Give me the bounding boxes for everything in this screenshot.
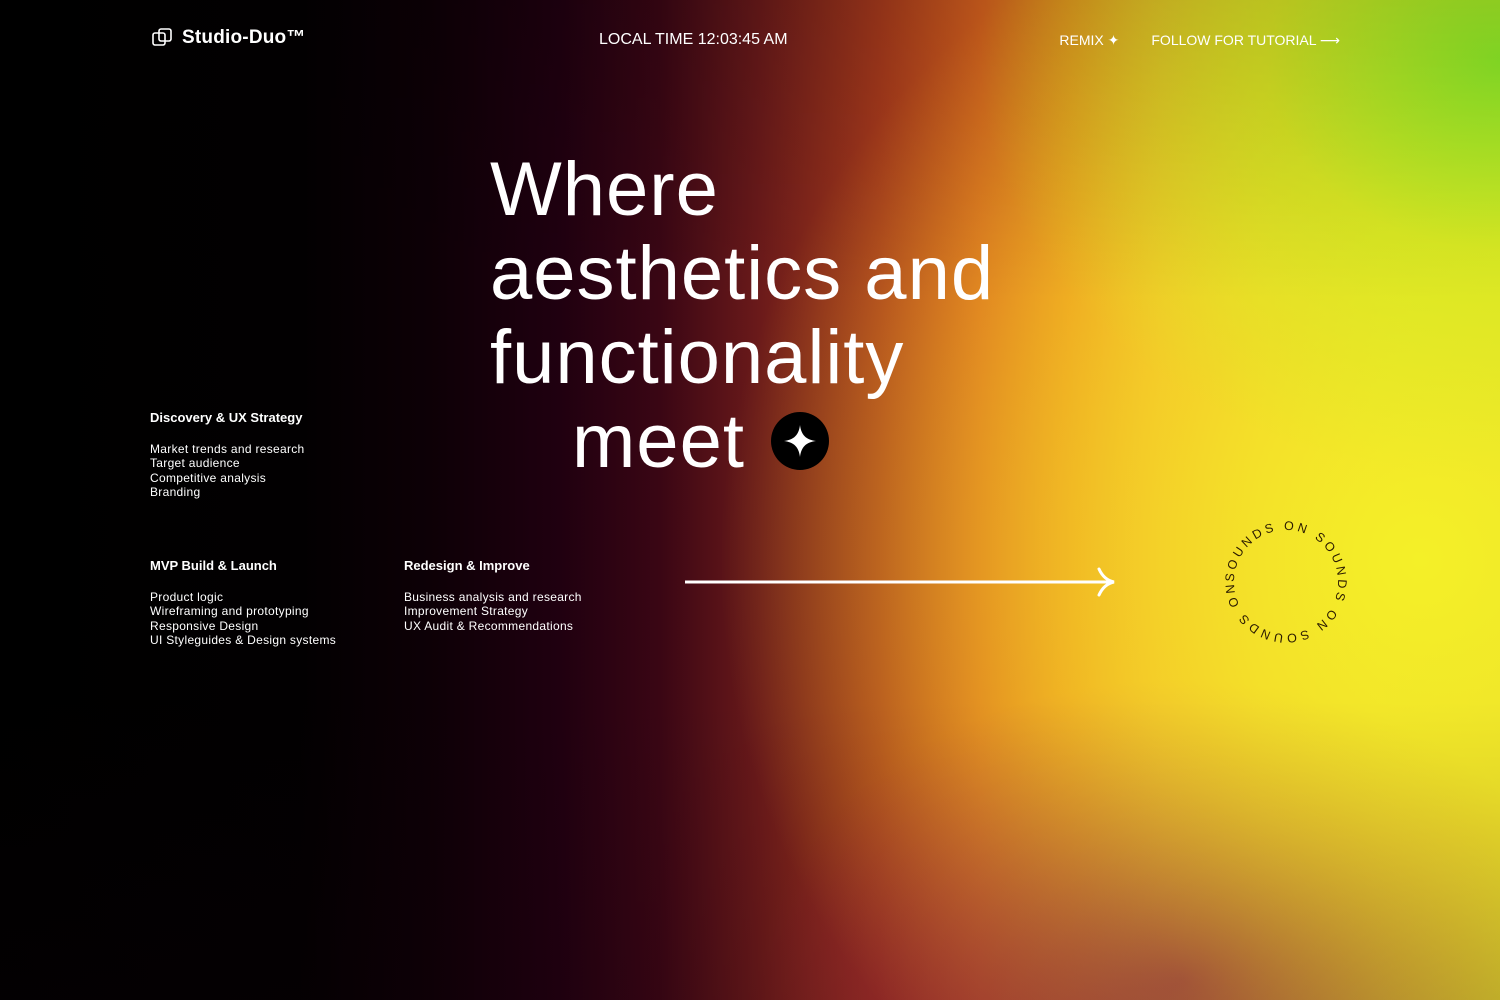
long-right-arrow-icon	[685, 567, 1115, 597]
service-title: MVP Build & Launch	[150, 558, 277, 573]
service-title: Discovery & UX Strategy	[150, 410, 303, 425]
service-title: Redesign & Improve	[404, 558, 530, 573]
top-nav: REMIX ✦ FOLLOW FOR TUTORIAL ⟶	[1059, 32, 1340, 49]
hero-heading: Where aesthetics and functionality meet	[490, 148, 994, 484]
header: Studio-Duo™ LOCAL TIME 12:03:45 AM REMIX…	[150, 26, 1340, 56]
service-item: UI Styleguides & Design systems	[150, 633, 337, 647]
service-redesign: Redesign & Improve Business analysis and…	[404, 558, 582, 634]
service-item: Responsive Design	[150, 618, 259, 633]
brand-logo-link[interactable]: Studio-Duo™	[150, 26, 306, 50]
hero-line-4-wrap: meet	[490, 400, 994, 484]
service-item: Wireframing and prototyping	[150, 604, 309, 618]
hero-line-1: Where	[490, 147, 719, 232]
remix-link[interactable]: REMIX ✦	[1059, 32, 1119, 49]
sounds-on-textpath: SOUNDS ON SOUNDS ON SOUNDS ON	[1223, 519, 1346, 646]
brand-name: Studio-Duo™	[182, 27, 306, 48]
star-badge	[770, 411, 829, 470]
service-item: Business analysis and research	[404, 589, 582, 604]
service-mvp: MVP Build & Launch Product logic Wirefra…	[150, 558, 336, 648]
studio-duo-logo-icon	[152, 28, 172, 46]
four-point-star-icon	[783, 424, 816, 457]
service-item: Improvement Strategy	[404, 604, 529, 618]
sounds-on-toggle[interactable]: SOUNDS ON SOUNDS ON SOUNDS ON	[1218, 514, 1354, 650]
service-item: Product logic	[150, 589, 224, 604]
service-list: Market trends and research Target audien…	[150, 442, 305, 500]
follow-tutorial-link[interactable]: FOLLOW FOR TUTORIAL ⟶	[1151, 32, 1340, 49]
sounds-on-text: SOUNDS ON SOUNDS ON SOUNDS ON	[1223, 519, 1350, 646]
service-item: Competitive analysis	[150, 470, 267, 485]
service-item: UX Audit & Recommendations	[404, 618, 574, 633]
service-discovery: Discovery & UX Strategy Market trends an…	[150, 410, 305, 500]
service-item: Market trends and research	[150, 441, 305, 456]
hero-line-2: aesthetics and	[490, 231, 995, 316]
service-item: Target audience	[150, 456, 240, 470]
service-item: Branding	[150, 485, 201, 499]
service-list: Business analysis and research Improveme…	[404, 590, 582, 634]
hero-line-3: functionality	[490, 315, 905, 400]
service-list: Product logic Wireframing and prototypin…	[150, 590, 336, 648]
hero-line-4: meet	[572, 399, 745, 484]
local-time-clock: LOCAL TIME 12:03:45 AM	[599, 31, 788, 48]
